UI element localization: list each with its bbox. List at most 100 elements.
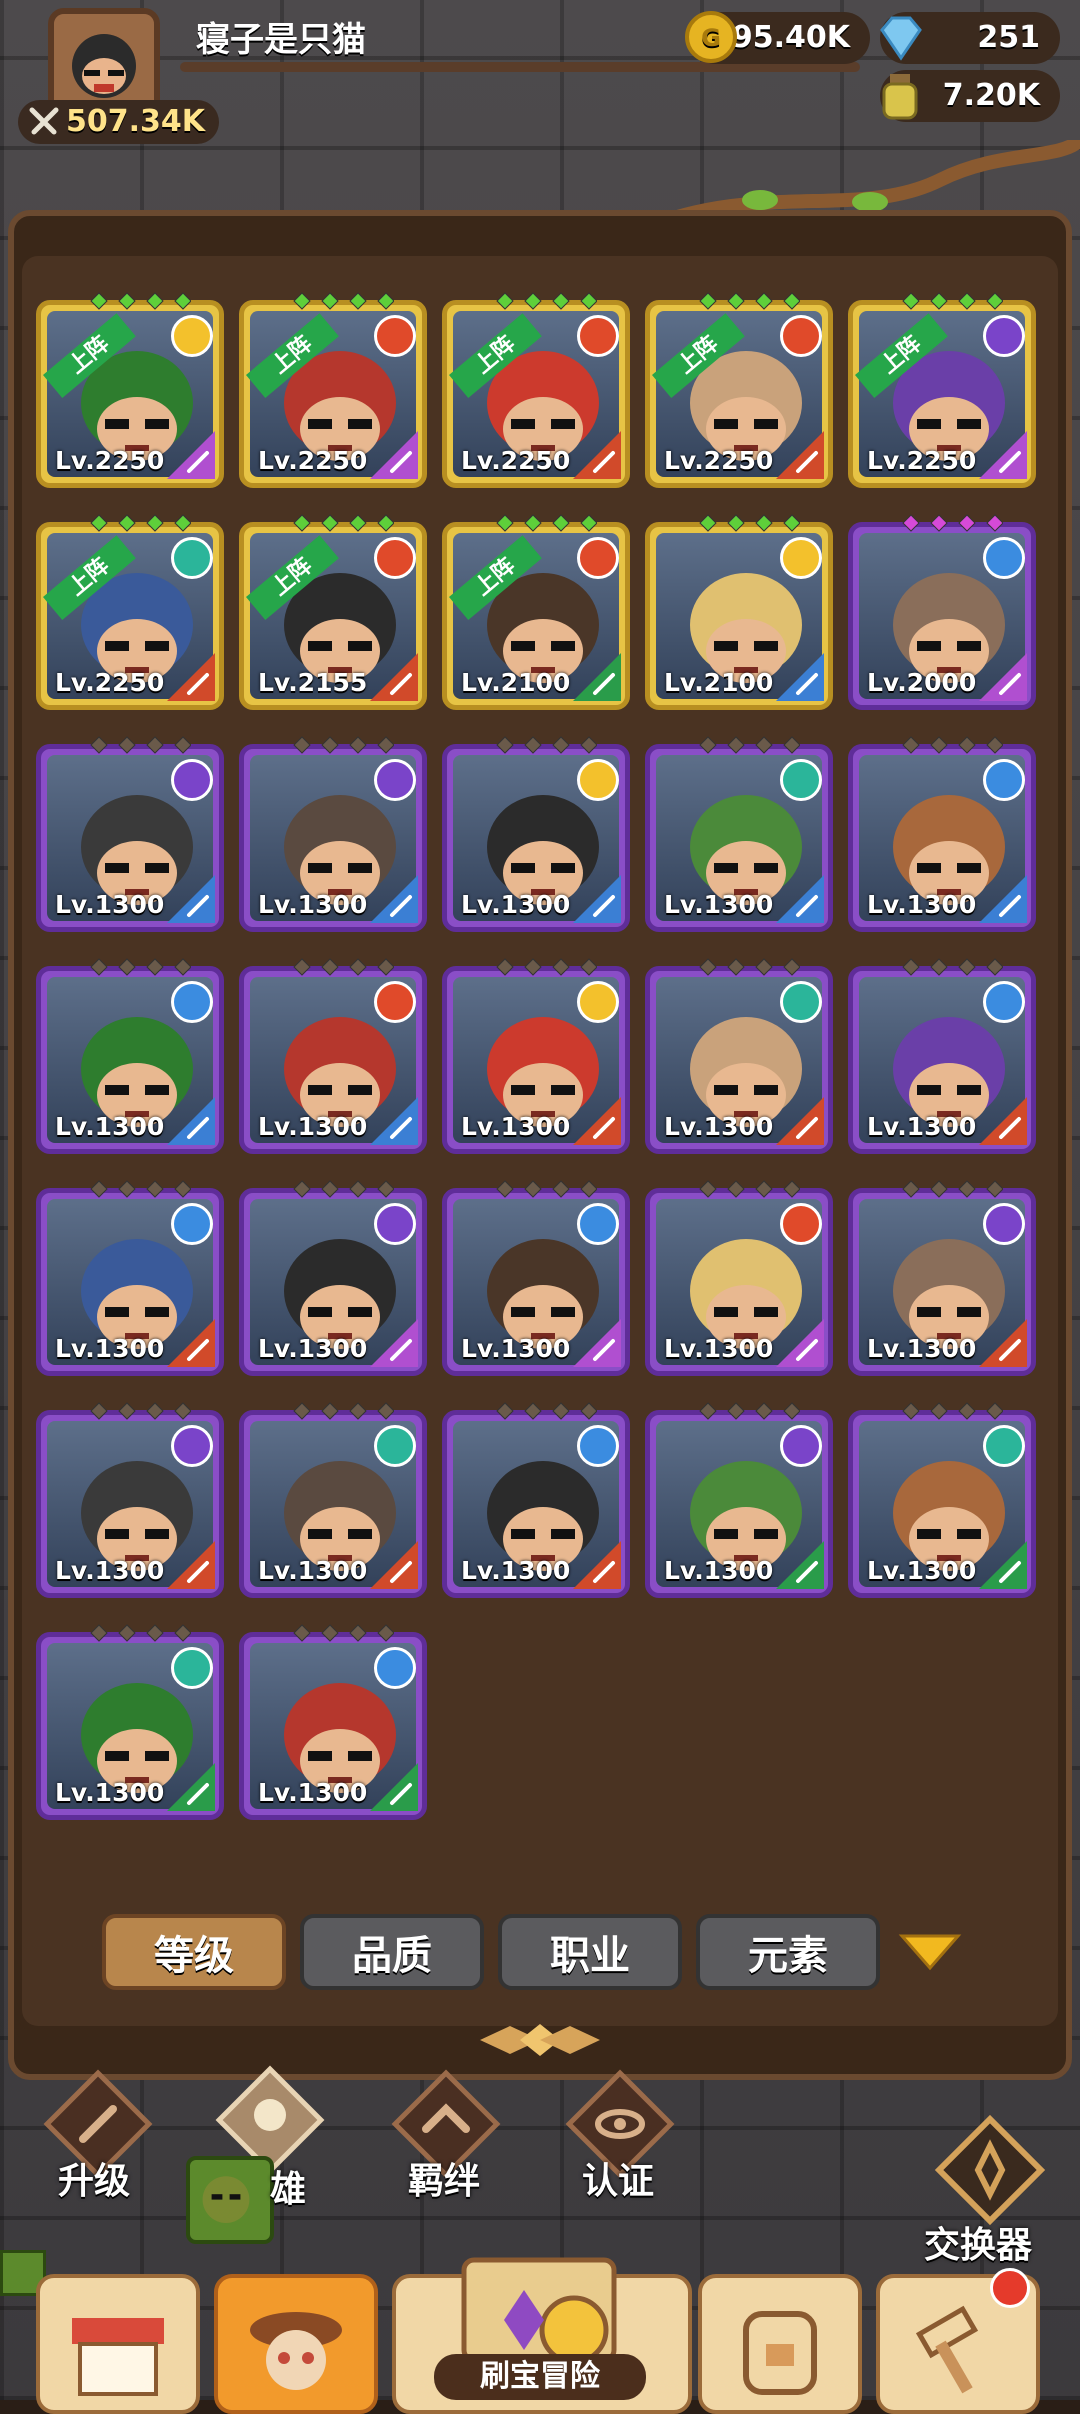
hero-card[interactable]: Lv.1300 <box>848 1180 1036 1376</box>
hero-level: Lv.1300 <box>867 1556 977 1585</box>
hero-nav-button[interactable]: 雄 <box>186 2060 330 2244</box>
star-gems <box>893 513 1004 533</box>
dark-element-icon <box>780 1425 822 1467</box>
filter-level-button[interactable]: 等级 <box>102 1914 286 1990</box>
hero-card[interactable]: Lv.2100 <box>645 514 833 710</box>
water-element-icon <box>374 1647 416 1689</box>
hero-card[interactable]: Lv.1300 <box>36 958 224 1154</box>
wind-element-icon <box>171 537 213 579</box>
star-gems <box>81 1623 192 1643</box>
gold-counter: G 195.40K <box>685 11 870 64</box>
bow-class-icon <box>167 1319 215 1367</box>
star-gems <box>284 1401 395 1421</box>
hero-level: Lv.1300 <box>664 1112 774 1141</box>
hero-card[interactable]: Lv.1300 <box>645 1180 833 1376</box>
hero-card[interactable]: 上阵 Lv.2250 <box>36 292 224 488</box>
hero-card[interactable]: Lv.2000 <box>848 514 1036 710</box>
hero-card[interactable]: Lv.1300 <box>645 958 833 1154</box>
hero-level: Lv.2250 <box>258 446 368 475</box>
star-gems <box>893 1401 1004 1421</box>
hero-level: Lv.1300 <box>55 890 165 919</box>
filter-quality-button[interactable]: 品质 <box>300 1914 484 1990</box>
water-element-icon <box>171 1203 213 1245</box>
dark-element-icon <box>171 759 213 801</box>
hero-card[interactable]: Lv.1300 <box>442 1180 630 1376</box>
star-gems <box>690 1401 801 1421</box>
hero-card[interactable]: 上阵 Lv.2250 <box>442 292 630 488</box>
hero-card[interactable]: Lv.1300 <box>645 1402 833 1598</box>
hero-level: Lv.2250 <box>664 446 774 475</box>
bag-tab[interactable] <box>698 2274 862 2414</box>
hero-card[interactable]: Lv.1300 <box>239 1624 427 1820</box>
cross-class-icon <box>573 875 621 923</box>
exchanger-label: 交换器 <box>924 2225 1033 2266</box>
hero-card[interactable]: Lv.1300 <box>848 1402 1036 1598</box>
hero-card[interactable]: Lv.1300 <box>442 736 630 932</box>
water-element-icon <box>577 1203 619 1245</box>
hero-card[interactable]: Lv.1300 <box>239 736 427 932</box>
star-gems <box>893 291 1004 311</box>
hero-card[interactable]: Lv.1300 <box>36 1402 224 1598</box>
hero-card[interactable]: Lv.1300 <box>848 958 1036 1154</box>
hero-card[interactable]: Lv.1300 <box>239 1180 427 1376</box>
hero-card[interactable]: 上阵 Lv.2100 <box>442 514 630 710</box>
star-gems <box>81 957 192 977</box>
hero-level: Lv.2250 <box>55 446 165 475</box>
filter-element-button[interactable]: 元素 <box>696 1914 880 1990</box>
hero-level: Lv.2000 <box>867 668 977 697</box>
hero-tab[interactable] <box>214 2274 378 2414</box>
shield-class-icon <box>979 1541 1027 1589</box>
star-gems <box>81 735 192 755</box>
hero-level: Lv.2250 <box>55 668 165 697</box>
wind-element-icon <box>983 1425 1025 1467</box>
sword-class-icon <box>573 1541 621 1589</box>
potion-jar-icon <box>882 74 918 120</box>
hero-level: Lv.2250 <box>461 446 571 475</box>
backpack-icon <box>743 2311 817 2395</box>
hero-card[interactable]: Lv.1300 <box>442 958 630 1154</box>
hero-card[interactable]: Lv.1300 <box>36 736 224 932</box>
forge-tab[interactable] <box>876 2268 1040 2414</box>
hero-card[interactable]: Lv.1300 <box>36 1180 224 1376</box>
bond-nav-button[interactable]: 羁绊 <box>386 2064 506 2202</box>
star-gems <box>81 1179 192 1199</box>
sword-class-icon <box>979 1319 1027 1367</box>
hero-level: Lv.1300 <box>461 1334 571 1363</box>
exchanger-nav-button[interactable]: 交换器 <box>924 2110 1050 2266</box>
hero-level: Lv.1300 <box>664 1334 774 1363</box>
sword-class-icon <box>776 431 824 479</box>
hero-card[interactable]: Lv.1300 <box>36 1624 224 1820</box>
filter-job-button[interactable]: 职业 <box>498 1914 682 1990</box>
hero-card[interactable]: 上阵 Lv.2250 <box>848 292 1036 488</box>
star-gems <box>893 957 1004 977</box>
hero-card[interactable]: Lv.1300 <box>848 736 1036 932</box>
staff-class-icon <box>776 1319 824 1367</box>
hero-card[interactable]: Lv.1300 <box>239 1402 427 1598</box>
hero-card[interactable]: 上阵 Lv.2250 <box>36 514 224 710</box>
staff-class-icon <box>167 431 215 479</box>
hero-card[interactable]: 上阵 Lv.2250 <box>645 292 833 488</box>
shop-icon <box>72 2318 164 2396</box>
combat-power: 507.34K <box>18 100 220 144</box>
shop-tab[interactable] <box>36 2274 200 2414</box>
hero-card[interactable]: Lv.1300 <box>239 958 427 1154</box>
star-gems <box>284 735 395 755</box>
hero-card[interactable]: 上阵 Lv.2250 <box>239 292 427 488</box>
shield-class-icon <box>776 1541 824 1589</box>
hero-level: Lv.1300 <box>867 1112 977 1141</box>
panel-ornament <box>480 2024 600 2056</box>
certify-nav-button[interactable]: 认证 <box>560 2064 680 2202</box>
sort-dropdown-arrow-icon[interactable] <box>898 1930 962 1974</box>
fire-element-icon <box>780 1203 822 1245</box>
star-gems <box>81 513 192 533</box>
cross-class-icon <box>979 875 1027 923</box>
hero-card[interactable]: 上阵 Lv.2155 <box>239 514 427 710</box>
dark-element-icon <box>374 1203 416 1245</box>
hero-level: Lv.1300 <box>55 1556 165 1585</box>
star-gems <box>690 1179 801 1199</box>
hero-card[interactable]: Lv.1300 <box>442 1402 630 1598</box>
upgrade-nav-button[interactable]: 升级 <box>38 2064 158 2202</box>
shield-class-icon <box>167 1763 215 1811</box>
sword-class-icon <box>370 1541 418 1589</box>
hero-card[interactable]: Lv.1300 <box>645 736 833 932</box>
